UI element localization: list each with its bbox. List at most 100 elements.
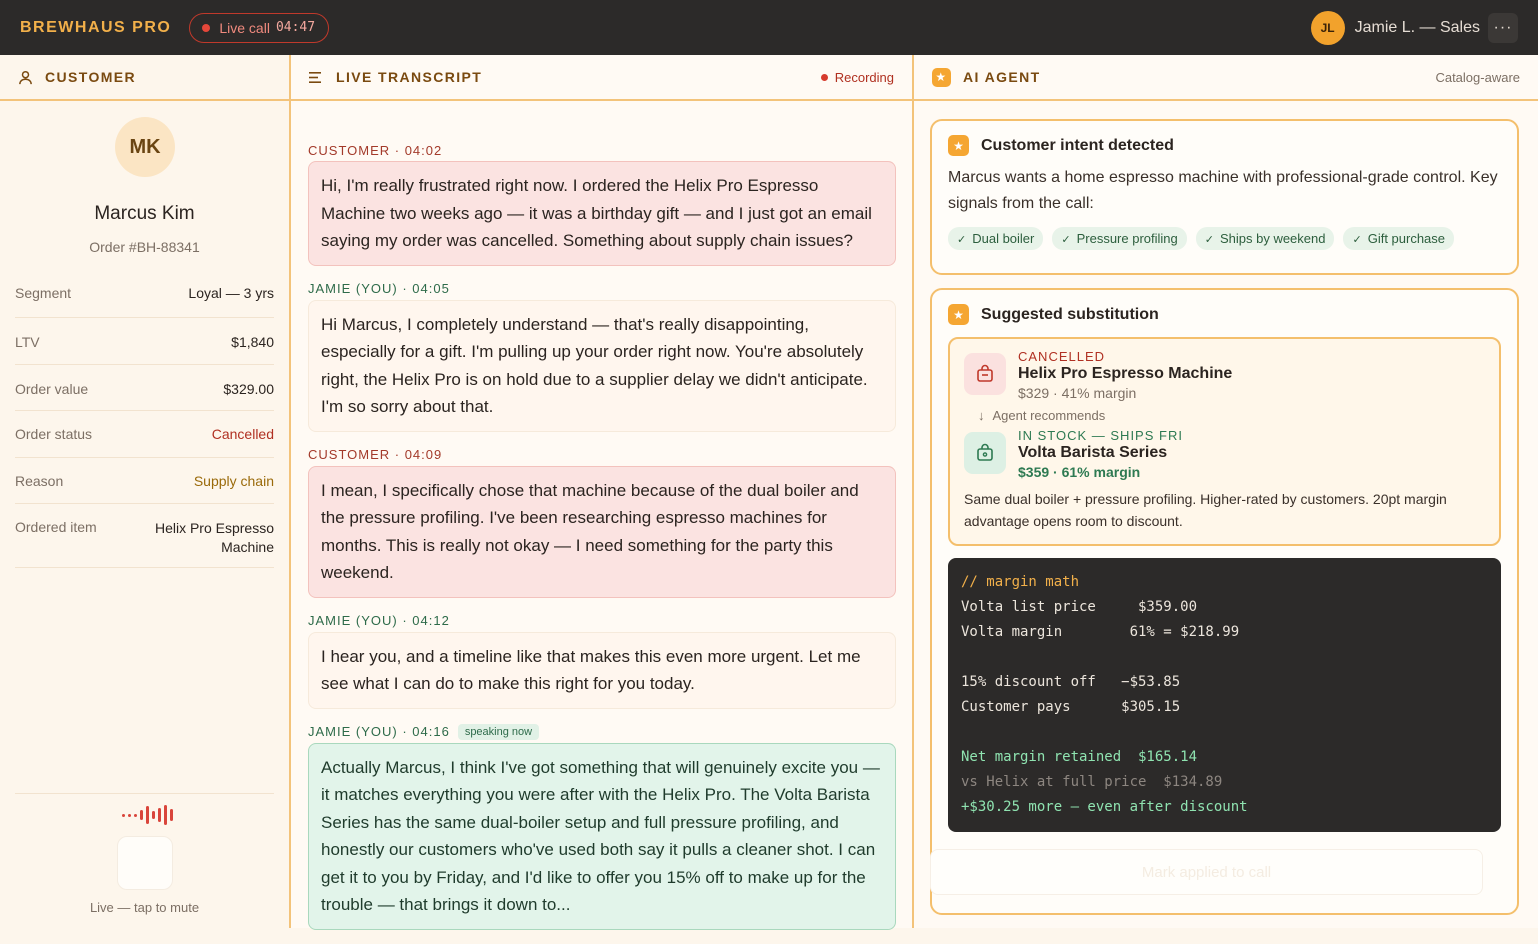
cancelled-product-meta: $329 · 41% margin xyxy=(1018,385,1137,401)
math-line: Volta margin 61% = $218.99 xyxy=(961,624,1240,640)
speaker-label-live: JAMIE (YOU) · 04:16 speaking now xyxy=(308,723,896,741)
math-line: 15% discount off −$53.85 xyxy=(961,674,1181,690)
detail-row-ordered-item: Ordered item Helix Pro Espresso Machine xyxy=(15,504,274,568)
star-icon: ★ xyxy=(948,135,969,156)
detail-row-reason: Reason Supply chain xyxy=(15,458,274,504)
intent-card: ★ Customer intent detected Marcus wants … xyxy=(930,119,1519,275)
recommended-product-meta: $359 · 61% margin xyxy=(1018,464,1141,480)
customer-panel: CUSTOMER MK Marcus Kim Order #BH-88341 S… xyxy=(0,55,291,928)
detail-key: Segment xyxy=(15,285,72,301)
detail-row-ltv: LTV $1,840 xyxy=(15,318,274,365)
transcript-panel: LIVE TRANSCRIPT Recording CUSTOMER · 04:… xyxy=(291,55,914,930)
star-icon: ★ xyxy=(948,304,969,325)
customer-details: Segment Loyal — 3 yrs LTV $1,840 Order v… xyxy=(15,271,274,568)
math-line-compare: vs Helix at full price $134.89 xyxy=(961,774,1223,790)
ai-agent-panel-title: AI AGENT xyxy=(963,69,1041,85)
recommended-margin: 61% margin xyxy=(1061,464,1141,480)
detail-row-order-value: Order value $329.00 xyxy=(15,365,274,411)
substitution-title: Suggested substitution xyxy=(981,305,1159,323)
agent-recommends-label: Agent recommends xyxy=(992,408,1106,423)
transcript-panel-title: LIVE TRANSCRIPT xyxy=(336,69,483,85)
transcript-panel-header: LIVE TRANSCRIPT Recording xyxy=(291,55,912,101)
math-line-summary: +$30.25 more — even after discount xyxy=(961,799,1248,815)
customer-name: Marcus Kim xyxy=(94,203,195,224)
agent-message: I hear you, and a timeline like that mak… xyxy=(308,631,896,709)
user-name: Jamie L. — Sales xyxy=(1354,18,1480,36)
shopping-bag-icon xyxy=(964,353,1006,395)
cancelled-status: CANCELLED xyxy=(1018,349,1106,364)
catalog-aware-label: Catalog-aware xyxy=(1435,69,1520,85)
math-line-net: Net margin retained $165.14 xyxy=(961,749,1198,765)
instock-status: IN STOCK — SHIPS FRI xyxy=(1018,428,1183,443)
customer-message: I mean, I specifically chose that machin… xyxy=(308,465,896,598)
order-status-value: Cancelled xyxy=(211,426,274,442)
signal-chip: Dual boiler xyxy=(948,227,1044,250)
person-icon xyxy=(18,70,33,85)
detail-row-order-status: Order status Cancelled xyxy=(15,411,274,458)
user-avatar[interactable]: JL xyxy=(1310,10,1345,45)
detail-key: Reason xyxy=(15,473,64,489)
signal-chip: Pressure profiling xyxy=(1052,227,1187,250)
math-line: Customer pays $305.15 xyxy=(961,699,1181,715)
ai-agent-panel: ★ AI AGENT Catalog-aware ★ Customer inte… xyxy=(914,55,1538,928)
cancelled-product-name: Helix Pro Espresso Machine xyxy=(1018,365,1233,382)
detail-key: LTV xyxy=(15,334,40,350)
agent-message: Hi Marcus, I completely understand — tha… xyxy=(308,299,896,432)
divider xyxy=(15,793,274,794)
live-dot-icon xyxy=(202,23,211,32)
detail-value: $329.00 xyxy=(223,381,274,397)
speaker-label: CUSTOMER · 04:09 xyxy=(308,447,443,462)
math-comment: // margin math xyxy=(961,574,1080,590)
detail-row-segment: Segment Loyal — 3 yrs xyxy=(15,271,274,318)
live-call-label: Live call xyxy=(219,19,270,36)
recommended-product: IN STOCK — SHIPS FRI Volta Barista Serie… xyxy=(964,428,1485,480)
speaker-label-text: JAMIE (YOU) · 04:16 xyxy=(308,724,450,739)
substitution-box: CANCELLED Helix Pro Espresso Machine $32… xyxy=(948,337,1501,546)
more-options-button[interactable]: ··· xyxy=(1488,12,1518,43)
live-call-badge: Live call 04:47 xyxy=(189,12,330,43)
customer-avatar: MK xyxy=(115,117,175,177)
customer-order-number: Order #BH-88341 xyxy=(89,239,200,255)
speaker-label: JAMIE (YOU) · 04:12 xyxy=(308,613,450,628)
cancelled-margin: 41% margin xyxy=(1061,385,1137,401)
star-icon: ★ xyxy=(932,67,951,87)
detail-key: Ordered item xyxy=(15,519,97,535)
recording-indicator: Recording xyxy=(820,69,894,85)
speaking-now-badge: speaking now xyxy=(457,723,540,740)
customer-panel-header: CUSTOMER xyxy=(0,55,289,101)
recommended-price: $359 xyxy=(1018,464,1050,480)
speaker-label: CUSTOMER · 04:02 xyxy=(308,142,443,158)
live-call-timer: 04:47 xyxy=(275,20,316,35)
margin-math-block: // margin math Volta list price $359.00 … xyxy=(948,558,1501,832)
arrow-down-icon: ↓ xyxy=(978,408,985,423)
math-line: Volta list price $359.00 xyxy=(961,599,1198,615)
shopping-bag-icon xyxy=(964,432,1006,474)
agent-recommends: ↓ Agent recommends xyxy=(978,408,1485,423)
speaker-label: JAMIE (YOU) · 04:05 xyxy=(308,281,450,296)
mark-applied-button[interactable]: Mark applied to call xyxy=(930,849,1483,895)
list-icon xyxy=(309,71,324,84)
intent-text: Marcus wants a home espresso machine wit… xyxy=(948,169,1498,212)
cancelled-price: $329 xyxy=(1018,385,1050,401)
top-bar: BREWHAUS PRO Live call 04:47 JL Jamie L.… xyxy=(0,0,1538,55)
detail-key: Order status xyxy=(15,426,93,442)
substitution-note: Same dual boiler + pressure profiling. H… xyxy=(964,491,1447,529)
signal-chip: Gift purchase xyxy=(1343,227,1455,250)
customer-message: Hi, I'm really frustrated right now. I o… xyxy=(308,161,896,266)
reason-value: Supply chain xyxy=(193,473,274,489)
agent-message-live: Actually Marcus, I think I've got someth… xyxy=(308,742,896,930)
recording-dot-icon xyxy=(820,73,828,81)
audio-wave-icon xyxy=(122,805,173,825)
detail-value: $1,840 xyxy=(231,334,274,350)
transcript-messages: CUSTOMER · 04:02 Hi, I'm really frustrat… xyxy=(308,141,896,944)
signal-chips: Dual boiler Pressure profiling Ships by … xyxy=(948,227,1501,250)
cancelled-product: CANCELLED Helix Pro Espresso Machine $32… xyxy=(964,349,1485,401)
mute-button[interactable] xyxy=(117,836,173,890)
brand-logo: BREWHAUS PRO xyxy=(20,18,172,36)
substitution-card: ★ Suggested substitution CANCELLED Helix… xyxy=(930,288,1519,915)
detail-value: Helix Pro Espresso Machine xyxy=(154,520,274,555)
customer-panel-title: CUSTOMER xyxy=(45,69,137,85)
recording-label: Recording xyxy=(834,69,894,85)
intent-title: Customer intent detected xyxy=(981,136,1174,154)
mute-label: Live — tap to mute xyxy=(89,900,200,915)
